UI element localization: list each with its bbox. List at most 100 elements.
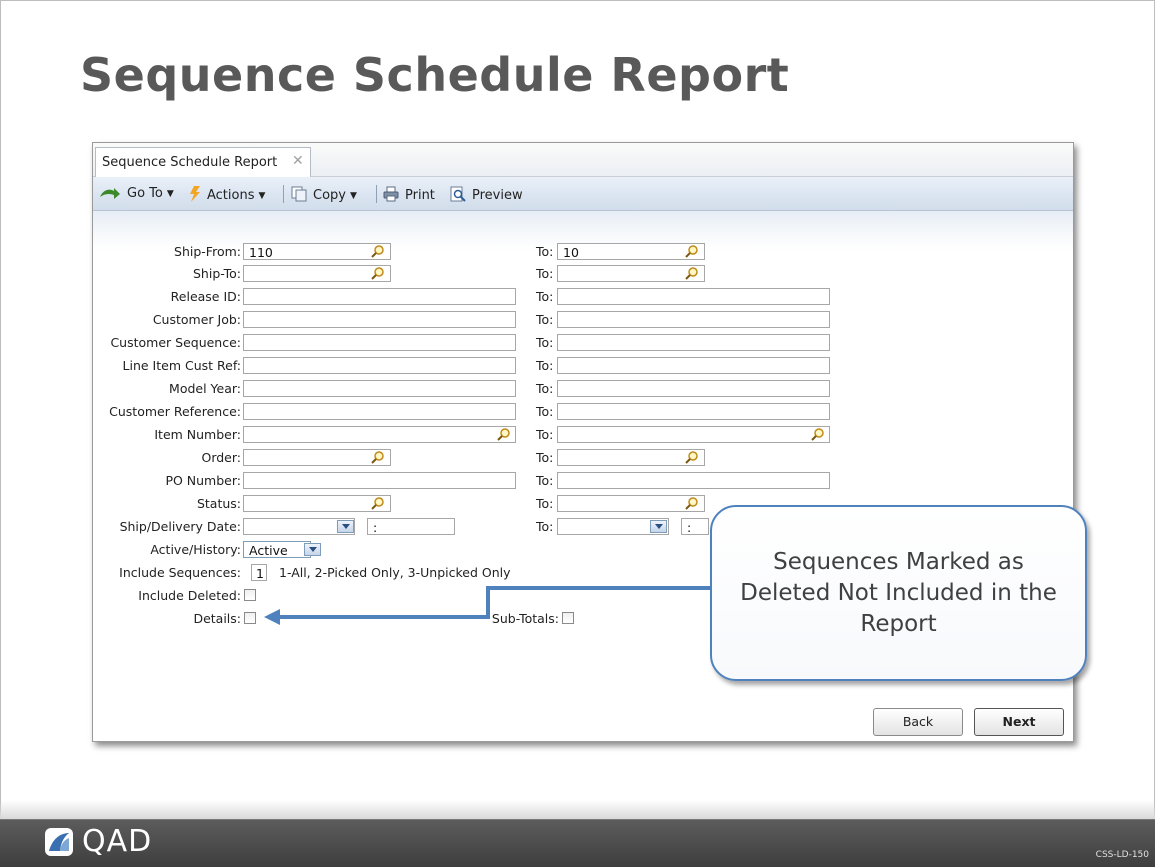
ship-delivery-date-label: Ship/Delivery Date: — [119, 519, 241, 534]
model-year-label: Model Year: — [169, 381, 241, 396]
model-year-to-input[interactable] — [557, 380, 830, 397]
include-deleted-checkbox[interactable] — [244, 589, 256, 601]
preview-icon — [450, 186, 466, 202]
lookup-icon[interactable] — [685, 496, 699, 510]
date-dropdown-icon[interactable] — [337, 520, 354, 533]
callout-text: Sequences Marked as Deleted Not Included… — [740, 548, 1057, 637]
lookup-icon[interactable] — [371, 266, 385, 280]
release-id-to-label: To: — [536, 289, 554, 304]
customer-reference-input[interactable] — [243, 403, 516, 420]
ship-from-input[interactable]: 110 — [243, 243, 391, 260]
back-button[interactable]: Back — [873, 708, 963, 736]
lookup-icon[interactable] — [811, 427, 825, 441]
release-id-input[interactable] — [243, 288, 516, 305]
chevron-down-icon: ▼ — [166, 189, 174, 199]
po-number-label: PO Number: — [165, 473, 241, 488]
customer-job-to-input[interactable] — [557, 311, 830, 328]
lookup-icon[interactable] — [685, 266, 699, 280]
item-number-to-input[interactable] — [557, 426, 830, 443]
slide-title: Sequence Schedule Report — [80, 48, 790, 102]
ship-to-input[interactable] — [243, 265, 391, 282]
close-icon[interactable]: ✕ — [292, 153, 304, 169]
copy-icon — [291, 186, 307, 202]
lookup-icon[interactable] — [685, 244, 699, 258]
next-button[interactable]: Next — [974, 708, 1064, 736]
ship-to-label: Ship-To: — [193, 266, 241, 281]
line-item-cust-ref-to-label: To: — [536, 358, 554, 373]
tab-sequence-schedule-report[interactable]: Sequence Schedule Report ✕ — [95, 147, 311, 177]
ship-from-label: Ship-From: — [174, 244, 241, 259]
status-to-input[interactable] — [557, 495, 705, 512]
customer-reference-label: Customer Reference: — [109, 404, 241, 419]
customer-job-to-label: To: — [536, 312, 554, 327]
line-item-cust-ref-input[interactable] — [243, 357, 516, 374]
toolbar-separator — [376, 185, 377, 203]
chevron-down-icon: ▼ — [349, 191, 357, 201]
sub-totals-label: Sub-Totals: — [491, 611, 559, 626]
customer-reference-to-input[interactable] — [557, 403, 830, 420]
goto-button[interactable]: Go To ▼ — [99, 186, 174, 201]
logo-text: QAD — [82, 824, 153, 859]
item-number-to-label: To: — [536, 427, 554, 442]
customer-job-input[interactable] — [243, 311, 516, 328]
item-number-label: Item Number: — [154, 427, 241, 442]
po-number-to-label: To: — [536, 473, 554, 488]
ship-from-to-input[interactable]: 10 — [557, 243, 705, 260]
date-dropdown-icon[interactable] — [650, 520, 667, 533]
ship-to-to-input[interactable] — [557, 265, 705, 282]
status-to-label: To: — [536, 496, 554, 511]
customer-job-label: Customer Job: — [152, 312, 241, 327]
lookup-icon[interactable] — [685, 450, 699, 464]
model-year-to-label: To: — [536, 381, 554, 396]
release-id-label: Release ID: — [170, 289, 241, 304]
ship-delivery-time-input[interactable]: : — [367, 518, 455, 535]
order-to-input[interactable] — [557, 449, 705, 466]
ship-delivery-time-to-input[interactable]: : — [681, 518, 709, 535]
active-history-select[interactable]: Active — [243, 541, 311, 558]
print-button[interactable]: Print — [383, 186, 435, 203]
line-item-cust-ref-to-input[interactable] — [557, 357, 830, 374]
release-id-to-input[interactable] — [557, 288, 830, 305]
chevron-down-icon[interactable] — [304, 543, 321, 556]
lightning-icon — [190, 186, 200, 202]
order-label: Order: — [201, 450, 241, 465]
preview-button[interactable]: Preview — [450, 186, 523, 203]
footer-bar — [0, 819, 1155, 867]
callout-box: Sequences Marked as Deleted Not Included… — [710, 505, 1087, 681]
include-sequences-hint: 1-All, 2-Picked Only, 3-Unpicked Only — [279, 565, 511, 580]
include-sequences-input[interactable]: 1 — [251, 564, 267, 581]
tab-strip: Sequence Schedule Report ✕ — [93, 143, 1073, 177]
item-number-input[interactable] — [243, 426, 516, 443]
copy-button[interactable]: Copy ▼ — [291, 186, 357, 203]
customer-sequence-to-input[interactable] — [557, 334, 830, 351]
line-item-cust-ref-label: Line Item Cust Ref: — [122, 358, 241, 373]
po-number-to-input[interactable] — [557, 472, 830, 489]
status-input[interactable] — [243, 495, 391, 512]
tab-label: Sequence Schedule Report — [102, 155, 278, 170]
sub-totals-checkbox[interactable] — [562, 612, 574, 624]
details-checkbox[interactable] — [244, 612, 256, 624]
po-number-input[interactable] — [243, 472, 516, 489]
ship-to-to-label: To: — [536, 266, 554, 281]
slide-code: CSS-LD-150 — [1095, 850, 1149, 860]
lookup-icon[interactable] — [371, 450, 385, 464]
footer-fade — [0, 800, 1155, 819]
include-sequences-label: Include Sequences: — [119, 565, 241, 580]
toolbar-separator — [283, 185, 284, 203]
actions-button[interactable]: Actions ▼ — [189, 186, 265, 203]
include-deleted-label: Include Deleted: — [138, 588, 241, 603]
qad-logo-icon — [45, 827, 73, 856]
customer-sequence-to-label: To: — [536, 335, 554, 350]
customer-sequence-input[interactable] — [243, 334, 516, 351]
qad-logo: QAD — [44, 824, 152, 859]
active-history-label: Active/History: — [150, 542, 241, 557]
customer-sequence-label: Customer Sequence: — [110, 335, 241, 350]
order-to-label: To: — [536, 450, 554, 465]
lookup-icon[interactable] — [371, 496, 385, 510]
lookup-icon[interactable] — [371, 244, 385, 258]
order-input[interactable] — [243, 449, 391, 466]
customer-reference-to-label: To: — [536, 404, 554, 419]
model-year-input[interactable] — [243, 380, 516, 397]
details-label: Details: — [193, 611, 241, 626]
lookup-icon[interactable] — [497, 427, 511, 441]
